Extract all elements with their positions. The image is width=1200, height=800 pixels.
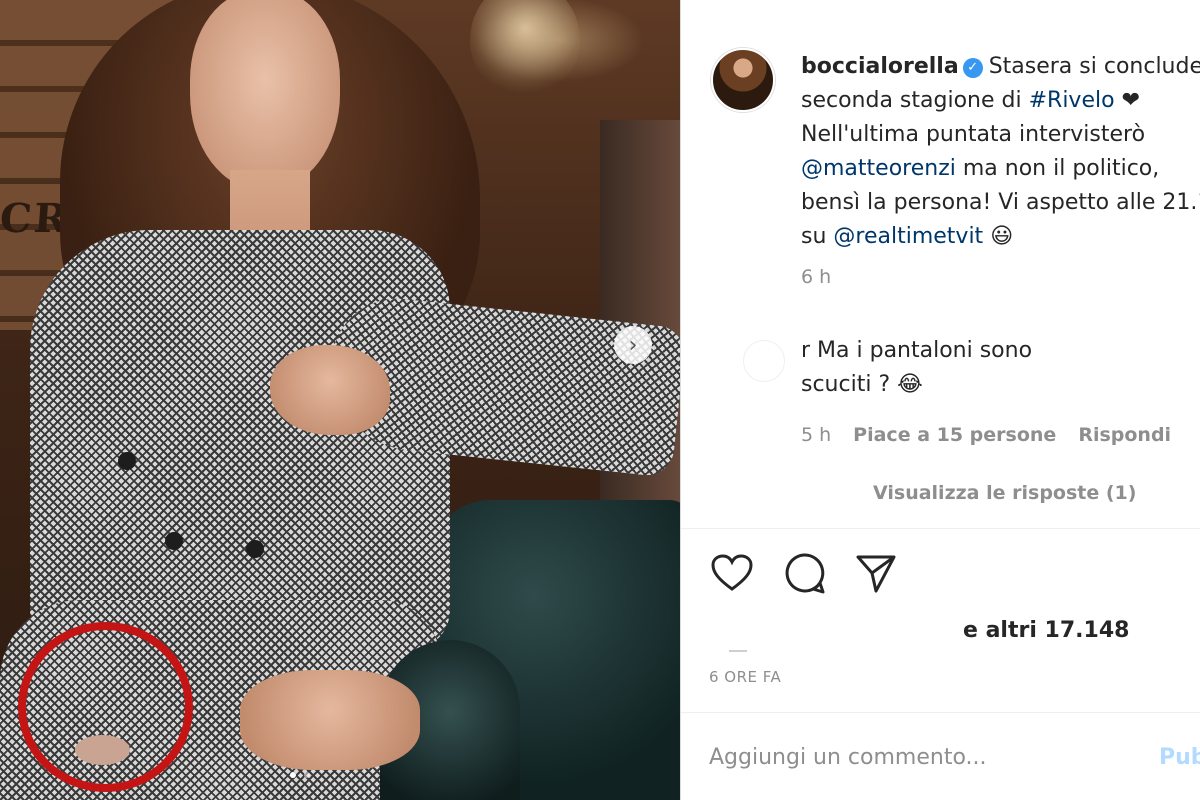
- jacket-button: [118, 452, 136, 470]
- comment-icon: [785, 553, 825, 594]
- smiley-emoji-icon: 😃: [990, 224, 1014, 249]
- comment-meta: 5 h Piace a 15 persone Rispondi: [801, 424, 1171, 446]
- post-side-panel: boccialorella ✓ Stasera si conclude second…: [680, 0, 1200, 800]
- like-button[interactable]: [709, 550, 755, 596]
- comment-text: scuciti ?: [801, 372, 898, 397]
- mention-link[interactable]: @realtimetvit: [833, 224, 983, 249]
- reply-button[interactable]: Rispondi: [1078, 424, 1171, 446]
- woman-hand-on-knee: [240, 670, 420, 770]
- jacket-button: [165, 532, 183, 550]
- carousel-indicator-active: [290, 772, 296, 778]
- comment-button[interactable]: [781, 550, 827, 596]
- author-username[interactable]: boccialorella: [801, 54, 959, 79]
- carousel-next-button[interactable]: ›: [614, 326, 652, 364]
- post-actions-bar: [709, 550, 899, 596]
- caption-text: seconda stagione di: [801, 88, 1029, 113]
- add-comment-input[interactable]: Aggiungi un commento...: [709, 745, 987, 770]
- caption-timestamp[interactable]: 6 h: [801, 266, 831, 288]
- woman-hand: [270, 345, 390, 435]
- caption-text: Stasera si conclude: [988, 54, 1200, 79]
- share-button[interactable]: [853, 550, 899, 596]
- post-photo[interactable]: CRI ›: [0, 0, 680, 800]
- black-heart-icon: ❤: [1121, 88, 1140, 113]
- carousel-indicator: [304, 772, 310, 778]
- comment: r Ma i pantaloni sono scuciti ? 😂: [801, 334, 1200, 402]
- view-replies-button[interactable]: Visualizza le risposte (1): [873, 482, 1136, 504]
- caption-text: Nell'ultima puntata intervisterò: [801, 122, 1146, 147]
- share-icon: [856, 555, 896, 593]
- comment-text: Ma i pantaloni sono: [810, 338, 1033, 363]
- verified-badge-icon: ✓: [962, 58, 983, 78]
- liker-avatar-placeholder: [729, 650, 747, 652]
- laughing-crying-emoji-icon: 😂: [897, 372, 923, 397]
- lamp-light: [470, 0, 580, 100]
- commenter-avatar[interactable]: [743, 340, 785, 382]
- hashtag-link[interactable]: #Rivelo: [1029, 88, 1115, 113]
- chevron-right-icon: ›: [628, 332, 638, 358]
- author-avatar[interactable]: [711, 48, 775, 112]
- caption-text: bensì la persona! Vi aspetto alle 21.1: [801, 190, 1200, 215]
- heart-icon: [711, 554, 753, 591]
- comment-likes-link[interactable]: Piace a 15 persone: [853, 424, 1056, 446]
- comment-timestamp[interactable]: 5 h: [801, 424, 831, 446]
- woman-face: [190, 0, 340, 190]
- section-divider: [681, 528, 1200, 529]
- post-caption: boccialorella ✓ Stasera si conclude second…: [801, 50, 1200, 254]
- post-date[interactable]: 6 ORE FA: [709, 668, 781, 686]
- jacket-button: [246, 540, 264, 558]
- likes-count[interactable]: e altri 17.148: [963, 618, 1129, 643]
- mention-link[interactable]: @matteorenzi: [801, 156, 956, 181]
- red-highlight-circle: [18, 622, 193, 792]
- publish-button[interactable]: Pub: [1159, 745, 1200, 770]
- caption-text: su: [801, 224, 834, 249]
- caption-text: ma non il politico,: [955, 156, 1160, 181]
- section-divider: [681, 712, 1200, 713]
- commenter-username[interactable]: r: [801, 338, 810, 363]
